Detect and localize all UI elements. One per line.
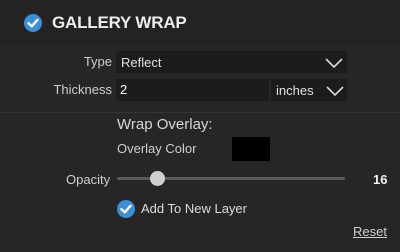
unit-select[interactable]: inches [271,79,347,101]
gallery-wrap-panel: GALLERY WRAP Type Reflect Thickness 2 in… [0,0,400,252]
add-to-new-layer-label: Add To New Layer [141,201,247,216]
type-value: Reflect [121,55,162,70]
checkmark-icon [120,204,132,214]
chevron-down-icon [325,58,343,69]
reset-link[interactable]: Reset [353,224,387,239]
checkmark-icon [27,18,39,28]
overlay-color-label: Overlay Color [117,141,197,156]
enable-checkbox[interactable] [24,14,42,32]
opacity-value: 16 [373,172,388,187]
overlay-color-swatch[interactable] [232,137,270,161]
chevron-down-icon [326,86,344,97]
type-select[interactable]: Reflect [116,51,347,73]
opacity-slider-thumb[interactable] [150,171,165,186]
thickness-value: 2 [120,82,128,97]
add-to-new-layer-checkbox[interactable] [117,200,135,218]
panel-title: GALLERY WRAP [52,13,187,32]
wrap-overlay-heading: Wrap Overlay: [117,116,213,133]
section-divider [0,112,400,113]
thickness-label: Thickness [53,82,112,97]
unit-value: inches [276,83,314,98]
type-label: Type [83,54,112,69]
panel-header: GALLERY WRAP [0,0,400,46]
opacity-label: Opacity [66,172,111,187]
thickness-input[interactable]: 2 [116,79,269,101]
